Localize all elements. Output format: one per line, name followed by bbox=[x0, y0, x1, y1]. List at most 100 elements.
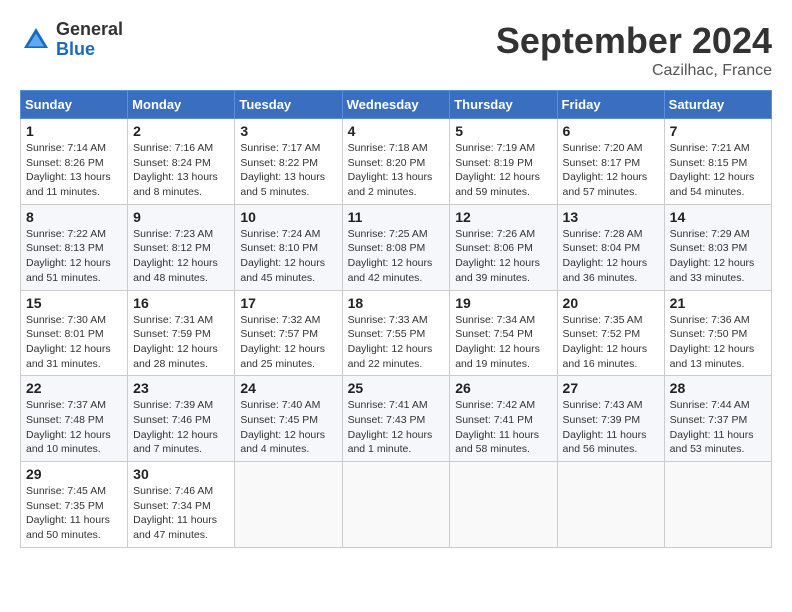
day-info: Sunrise: 7:30 AMSunset: 8:01 PMDaylight:… bbox=[26, 313, 122, 372]
day-number: 13 bbox=[563, 209, 659, 225]
weekday-header: Friday bbox=[557, 91, 664, 119]
day-info: Sunrise: 7:24 AMSunset: 8:10 PMDaylight:… bbox=[240, 227, 336, 286]
day-number: 18 bbox=[348, 295, 445, 311]
calendar-cell: 20 Sunrise: 7:35 AMSunset: 7:52 PMDaylig… bbox=[557, 290, 664, 376]
day-info: Sunrise: 7:28 AMSunset: 8:04 PMDaylight:… bbox=[563, 227, 659, 286]
day-number: 2 bbox=[133, 123, 229, 139]
day-info: Sunrise: 7:39 AMSunset: 7:46 PMDaylight:… bbox=[133, 398, 229, 457]
day-info: Sunrise: 7:36 AMSunset: 7:50 PMDaylight:… bbox=[670, 313, 766, 372]
day-info: Sunrise: 7:19 AMSunset: 8:19 PMDaylight:… bbox=[455, 141, 551, 200]
calendar-cell: 3 Sunrise: 7:17 AMSunset: 8:22 PMDayligh… bbox=[235, 119, 342, 205]
day-number: 29 bbox=[26, 466, 122, 482]
day-number: 25 bbox=[348, 380, 445, 396]
calendar-cell: 24 Sunrise: 7:40 AMSunset: 7:45 PMDaylig… bbox=[235, 376, 342, 462]
day-number: 21 bbox=[670, 295, 766, 311]
calendar-cell bbox=[342, 462, 450, 548]
calendar-cell: 22 Sunrise: 7:37 AMSunset: 7:48 PMDaylig… bbox=[21, 376, 128, 462]
title-block: September 2024 Cazilhac, France bbox=[496, 20, 772, 80]
calendar-cell: 15 Sunrise: 7:30 AMSunset: 8:01 PMDaylig… bbox=[21, 290, 128, 376]
day-info: Sunrise: 7:20 AMSunset: 8:17 PMDaylight:… bbox=[563, 141, 659, 200]
day-number: 10 bbox=[240, 209, 336, 225]
day-info: Sunrise: 7:21 AMSunset: 8:15 PMDaylight:… bbox=[670, 141, 766, 200]
calendar-cell: 11 Sunrise: 7:25 AMSunset: 8:08 PMDaylig… bbox=[342, 204, 450, 290]
day-number: 4 bbox=[348, 123, 445, 139]
calendar-cell: 9 Sunrise: 7:23 AMSunset: 8:12 PMDayligh… bbox=[128, 204, 235, 290]
calendar-cell: 16 Sunrise: 7:31 AMSunset: 7:59 PMDaylig… bbox=[128, 290, 235, 376]
day-info: Sunrise: 7:32 AMSunset: 7:57 PMDaylight:… bbox=[240, 313, 336, 372]
calendar-cell: 28 Sunrise: 7:44 AMSunset: 7:37 PMDaylig… bbox=[664, 376, 771, 462]
day-number: 19 bbox=[455, 295, 551, 311]
day-number: 20 bbox=[563, 295, 659, 311]
logo-text: General Blue bbox=[56, 20, 123, 60]
day-info: Sunrise: 7:33 AMSunset: 7:55 PMDaylight:… bbox=[348, 313, 445, 372]
calendar-cell: 21 Sunrise: 7:36 AMSunset: 7:50 PMDaylig… bbox=[664, 290, 771, 376]
calendar-cell: 12 Sunrise: 7:26 AMSunset: 8:06 PMDaylig… bbox=[450, 204, 557, 290]
day-number: 3 bbox=[240, 123, 336, 139]
calendar-cell: 19 Sunrise: 7:34 AMSunset: 7:54 PMDaylig… bbox=[450, 290, 557, 376]
calendar-cell: 13 Sunrise: 7:28 AMSunset: 8:04 PMDaylig… bbox=[557, 204, 664, 290]
calendar-cell bbox=[235, 462, 342, 548]
day-info: Sunrise: 7:14 AMSunset: 8:26 PMDaylight:… bbox=[26, 141, 122, 200]
day-info: Sunrise: 7:45 AMSunset: 7:35 PMDaylight:… bbox=[26, 484, 122, 543]
day-number: 24 bbox=[240, 380, 336, 396]
day-info: Sunrise: 7:43 AMSunset: 7:39 PMDaylight:… bbox=[563, 398, 659, 457]
calendar-cell: 8 Sunrise: 7:22 AMSunset: 8:13 PMDayligh… bbox=[21, 204, 128, 290]
logo-icon bbox=[20, 24, 52, 56]
day-info: Sunrise: 7:18 AMSunset: 8:20 PMDaylight:… bbox=[348, 141, 445, 200]
month-title: September 2024 bbox=[496, 20, 772, 62]
day-number: 9 bbox=[133, 209, 229, 225]
calendar-cell: 27 Sunrise: 7:43 AMSunset: 7:39 PMDaylig… bbox=[557, 376, 664, 462]
weekday-header: Saturday bbox=[664, 91, 771, 119]
day-number: 27 bbox=[563, 380, 659, 396]
calendar-cell: 26 Sunrise: 7:42 AMSunset: 7:41 PMDaylig… bbox=[450, 376, 557, 462]
day-info: Sunrise: 7:25 AMSunset: 8:08 PMDaylight:… bbox=[348, 227, 445, 286]
day-number: 12 bbox=[455, 209, 551, 225]
day-info: Sunrise: 7:44 AMSunset: 7:37 PMDaylight:… bbox=[670, 398, 766, 457]
day-info: Sunrise: 7:37 AMSunset: 7:48 PMDaylight:… bbox=[26, 398, 122, 457]
day-info: Sunrise: 7:17 AMSunset: 8:22 PMDaylight:… bbox=[240, 141, 336, 200]
day-number: 7 bbox=[670, 123, 766, 139]
calendar-cell: 7 Sunrise: 7:21 AMSunset: 8:15 PMDayligh… bbox=[664, 119, 771, 205]
calendar-cell: 30 Sunrise: 7:46 AMSunset: 7:34 PMDaylig… bbox=[128, 462, 235, 548]
calendar-cell: 23 Sunrise: 7:39 AMSunset: 7:46 PMDaylig… bbox=[128, 376, 235, 462]
calendar-week-row: 1 Sunrise: 7:14 AMSunset: 8:26 PMDayligh… bbox=[21, 119, 772, 205]
calendar-cell: 17 Sunrise: 7:32 AMSunset: 7:57 PMDaylig… bbox=[235, 290, 342, 376]
weekday-header: Tuesday bbox=[235, 91, 342, 119]
logo: General Blue bbox=[20, 20, 123, 60]
day-info: Sunrise: 7:29 AMSunset: 8:03 PMDaylight:… bbox=[670, 227, 766, 286]
page-header: General Blue September 2024 Cazilhac, Fr… bbox=[20, 20, 772, 80]
day-number: 1 bbox=[26, 123, 122, 139]
calendar-cell: 1 Sunrise: 7:14 AMSunset: 8:26 PMDayligh… bbox=[21, 119, 128, 205]
day-number: 16 bbox=[133, 295, 229, 311]
day-number: 11 bbox=[348, 209, 445, 225]
calendar-cell bbox=[450, 462, 557, 548]
day-number: 28 bbox=[670, 380, 766, 396]
calendar-week-row: 29 Sunrise: 7:45 AMSunset: 7:35 PMDaylig… bbox=[21, 462, 772, 548]
calendar-cell: 25 Sunrise: 7:41 AMSunset: 7:43 PMDaylig… bbox=[342, 376, 450, 462]
day-number: 30 bbox=[133, 466, 229, 482]
day-info: Sunrise: 7:31 AMSunset: 7:59 PMDaylight:… bbox=[133, 313, 229, 372]
day-number: 5 bbox=[455, 123, 551, 139]
day-number: 14 bbox=[670, 209, 766, 225]
day-number: 8 bbox=[26, 209, 122, 225]
calendar-cell: 18 Sunrise: 7:33 AMSunset: 7:55 PMDaylig… bbox=[342, 290, 450, 376]
calendar-cell: 5 Sunrise: 7:19 AMSunset: 8:19 PMDayligh… bbox=[450, 119, 557, 205]
calendar-cell: 29 Sunrise: 7:45 AMSunset: 7:35 PMDaylig… bbox=[21, 462, 128, 548]
weekday-header: Wednesday bbox=[342, 91, 450, 119]
day-number: 17 bbox=[240, 295, 336, 311]
calendar-week-row: 15 Sunrise: 7:30 AMSunset: 8:01 PMDaylig… bbox=[21, 290, 772, 376]
day-number: 15 bbox=[26, 295, 122, 311]
day-info: Sunrise: 7:46 AMSunset: 7:34 PMDaylight:… bbox=[133, 484, 229, 543]
logo-blue: Blue bbox=[56, 39, 95, 59]
calendar-cell: 2 Sunrise: 7:16 AMSunset: 8:24 PMDayligh… bbox=[128, 119, 235, 205]
day-number: 6 bbox=[563, 123, 659, 139]
day-info: Sunrise: 7:35 AMSunset: 7:52 PMDaylight:… bbox=[563, 313, 659, 372]
location: Cazilhac, France bbox=[496, 62, 772, 80]
calendar-cell: 10 Sunrise: 7:24 AMSunset: 8:10 PMDaylig… bbox=[235, 204, 342, 290]
day-number: 22 bbox=[26, 380, 122, 396]
calendar-cell: 14 Sunrise: 7:29 AMSunset: 8:03 PMDaylig… bbox=[664, 204, 771, 290]
day-number: 26 bbox=[455, 380, 551, 396]
weekday-header-row: SundayMondayTuesdayWednesdayThursdayFrid… bbox=[21, 91, 772, 119]
day-info: Sunrise: 7:42 AMSunset: 7:41 PMDaylight:… bbox=[455, 398, 551, 457]
day-info: Sunrise: 7:34 AMSunset: 7:54 PMDaylight:… bbox=[455, 313, 551, 372]
